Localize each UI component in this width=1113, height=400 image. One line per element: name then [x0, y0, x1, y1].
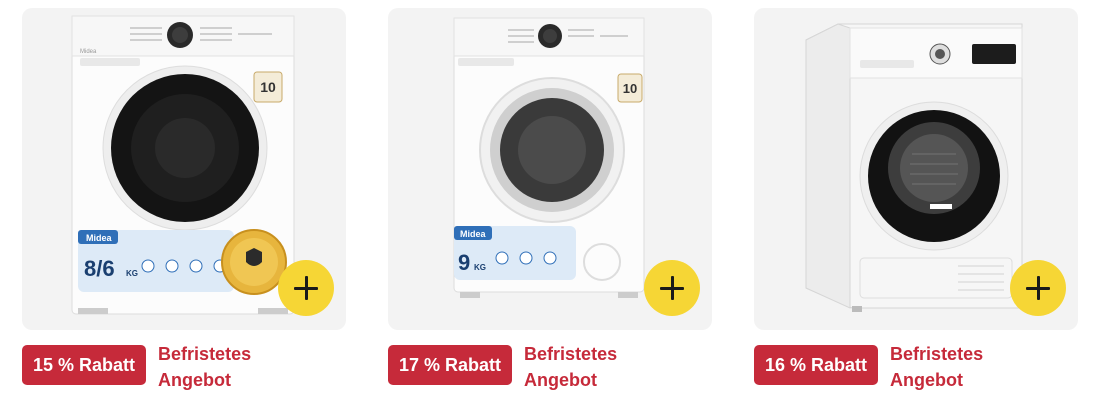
svg-text:9: 9: [458, 250, 470, 275]
svg-text:Midea: Midea: [80, 49, 97, 55]
discount-badge: 17 % Rabatt: [388, 345, 513, 385]
svg-text:10: 10: [260, 79, 276, 95]
offer-line-1: Befristetes: [524, 344, 618, 364]
plus-icon: [294, 276, 318, 300]
plus-icon: [1026, 276, 1050, 300]
product-card[interactable]: 16 % Rabatt Befristetes Angebot: [754, 0, 1078, 400]
product-card[interactable]: Midea 10 Midea 8/6 KG 15 % Rabatt Befris…: [22, 0, 346, 400]
discount-badge: 15 % Rabatt: [22, 345, 147, 385]
svg-text:Midea: Midea: [460, 229, 487, 239]
svg-text:KG: KG: [126, 269, 138, 278]
product-image-box[interactable]: [754, 8, 1078, 330]
svg-text:Midea: Midea: [86, 233, 113, 243]
product-labels: 16 % Rabatt Befristetes Angebot: [754, 341, 983, 393]
svg-text:10: 10: [623, 81, 637, 96]
svg-text:KG: KG: [474, 263, 486, 272]
product-labels: 17 % Rabatt Befristetes Angebot: [388, 341, 617, 393]
limited-offer-label: Befristetes Angebot: [158, 341, 251, 393]
discount-badge: 16 % Rabatt: [754, 345, 879, 385]
offer-line-2: Angebot: [158, 370, 232, 390]
offer-line-1: Befristetes: [158, 344, 252, 364]
product-image-box[interactable]: Midea 10 Midea 8/6 KG: [22, 8, 346, 330]
product-card[interactable]: 10 Midea 9 KG 17 % Rabatt Befristetes An…: [388, 0, 712, 400]
limited-offer-label: Befristetes Angebot: [524, 341, 617, 393]
plus-icon: [660, 276, 684, 300]
add-to-cart-button[interactable]: [278, 260, 334, 316]
offer-line-2: Angebot: [524, 370, 598, 390]
offer-line-1: Befristetes: [890, 344, 984, 364]
product-labels: 15 % Rabatt Befristetes Angebot: [22, 341, 251, 393]
add-to-cart-button[interactable]: [644, 260, 700, 316]
offer-line-2: Angebot: [890, 370, 964, 390]
product-image-box[interactable]: 10 Midea 9 KG: [388, 8, 712, 330]
add-to-cart-button[interactable]: [1010, 260, 1066, 316]
limited-offer-label: Befristetes Angebot: [890, 341, 983, 393]
svg-text:8/6: 8/6: [84, 256, 115, 281]
